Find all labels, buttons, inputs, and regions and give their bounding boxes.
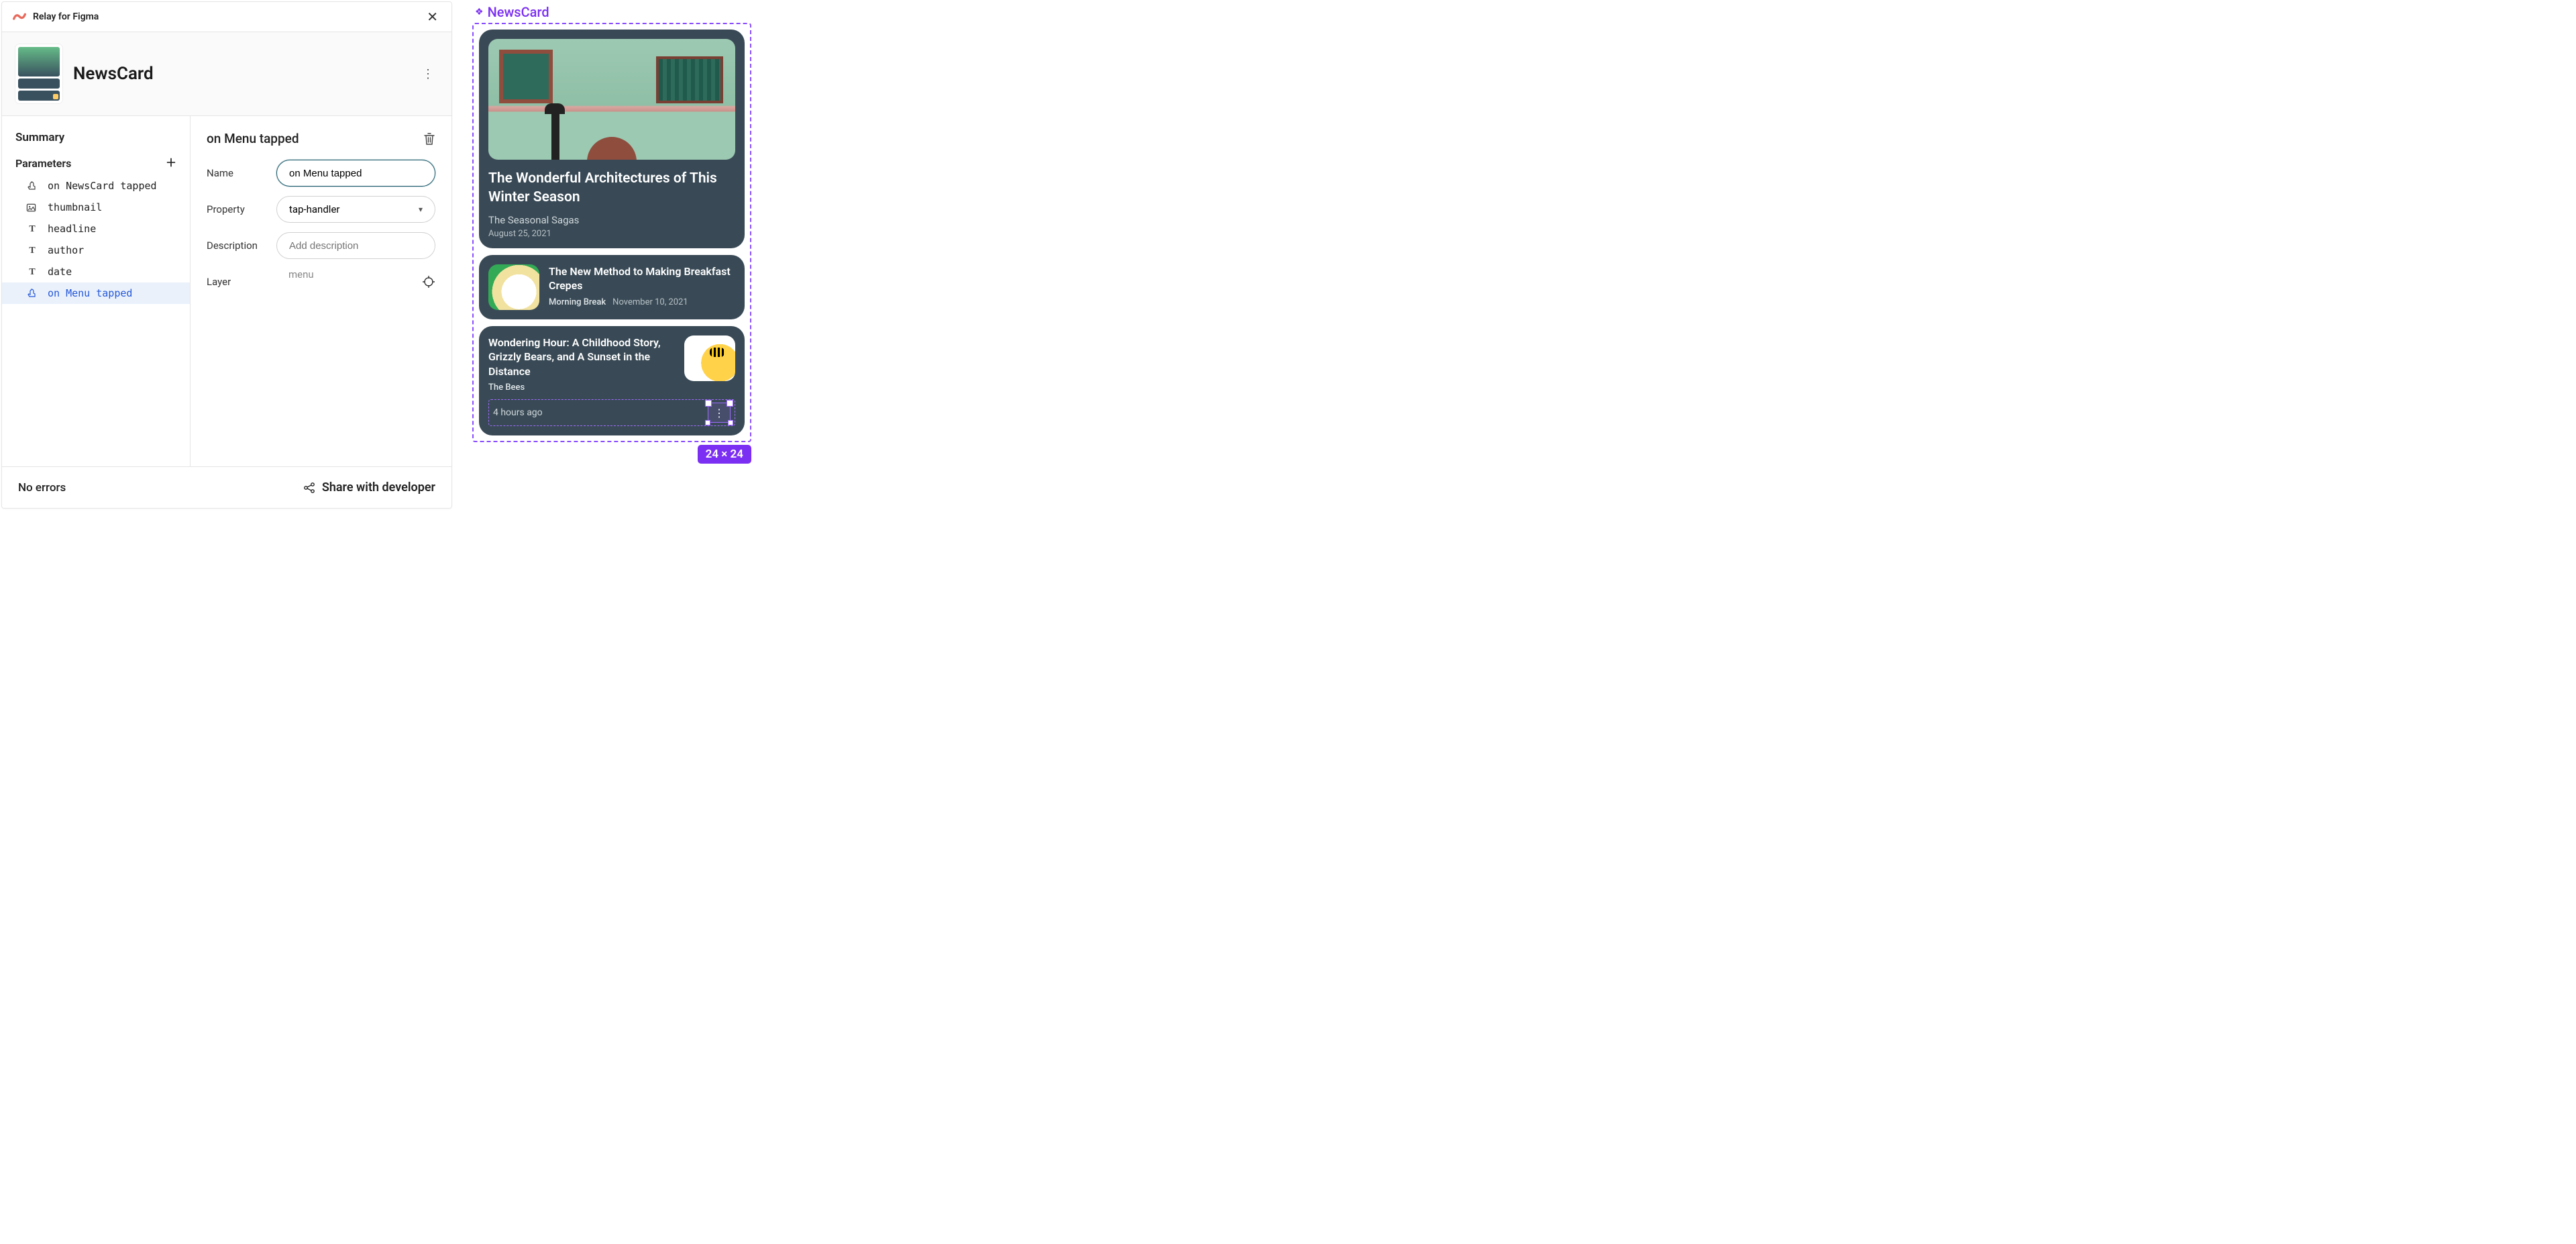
field-property: Property tap-handler ▾: [207, 196, 435, 223]
status-text: No errors: [18, 481, 66, 495]
plugin-title: Relay for Figma: [33, 11, 417, 22]
parameters-header: Parameters ＋: [2, 156, 190, 175]
newscard-frame[interactable]: The Wonderful Architectures of This Wint…: [472, 23, 751, 442]
param-label: author: [48, 244, 84, 256]
frame-label[interactable]: ❖ NewsCard: [475, 4, 751, 20]
property-label: Property: [207, 203, 264, 215]
more-menu-icon[interactable]: ⋮: [418, 63, 438, 85]
param-label: date: [48, 266, 72, 278]
row1-thumbnail: [488, 264, 539, 310]
summary-heading: Summary: [2, 131, 190, 156]
layer-value: menu: [276, 268, 410, 295]
layer-label: Layer: [207, 276, 264, 288]
row2-ago: 4 hours ago: [493, 407, 543, 418]
param-item-headline[interactable]: Theadline: [2, 218, 190, 240]
close-icon[interactable]: ✕: [424, 7, 441, 26]
component-set-icon: ❖: [475, 7, 484, 17]
parameter-detail: on Menu tapped Name Property tap-handler…: [191, 116, 451, 466]
frame-name: NewsCard: [488, 4, 549, 20]
text-icon: T: [26, 245, 38, 256]
share-icon: [303, 482, 315, 494]
summary-sidebar: Summary Parameters ＋ on NewsCard tapped t…: [2, 116, 191, 466]
name-label: Name: [207, 167, 264, 179]
plugin-titlebar: Relay for Figma ✕: [2, 2, 451, 32]
description-input[interactable]: [276, 232, 435, 259]
selection-size-badge: 24 × 24: [698, 445, 751, 464]
name-input[interactable]: [276, 160, 435, 187]
share-button[interactable]: Share with developer: [303, 480, 435, 495]
field-name: Name: [207, 160, 435, 187]
menu-icon-selected[interactable]: ⋮: [708, 403, 731, 423]
description-label: Description: [207, 240, 264, 252]
param-label: thumbnail: [48, 201, 102, 213]
tap-icon: [26, 180, 38, 191]
param-item-author[interactable]: Tauthor: [2, 240, 190, 261]
field-description: Description: [207, 232, 435, 259]
locate-layer-icon[interactable]: [422, 275, 435, 289]
component-header: NewsCard ⋮: [2, 32, 451, 116]
field-layer: Layer menu: [207, 268, 435, 295]
share-label: Share with developer: [322, 480, 435, 495]
detail-title: on Menu tapped: [207, 131, 299, 146]
selected-layer-outline[interactable]: 4 hours ago ⋮: [488, 399, 735, 426]
component-name: NewsCard: [73, 64, 407, 84]
param-label: on NewsCard tapped: [48, 180, 157, 192]
param-item-on-menu-tapped[interactable]: on Menu tapped: [2, 282, 190, 304]
property-value: tap-handler: [289, 203, 339, 215]
row2-thumbnail: [684, 335, 735, 381]
row2-author: The Bees: [488, 382, 525, 393]
relay-logo-icon: [13, 12, 26, 21]
row1-meta: Morning Break November 10, 2021: [549, 297, 735, 307]
relay-plugin-panel: Relay for Figma ✕ NewsCard ⋮ Summary Par…: [1, 1, 452, 509]
parameter-list: on NewsCard tappedthumbnailTheadlineTaut…: [2, 175, 190, 304]
hero-card[interactable]: The Wonderful Architectures of This Wint…: [479, 30, 745, 248]
image-icon: [26, 203, 38, 213]
param-label: headline: [48, 223, 96, 235]
hero-date: August 25, 2021: [488, 229, 735, 239]
param-item-thumbnail[interactable]: thumbnail: [2, 197, 190, 218]
plugin-footer: No errors Share with developer: [2, 466, 451, 508]
row1-headline: The New Method to Making Breakfast Crepe…: [549, 264, 735, 293]
figma-canvas: ❖ NewsCard The Wonderful Architectures o…: [472, 1, 751, 509]
row-card-1[interactable]: The New Method to Making Breakfast Crepe…: [479, 255, 745, 319]
component-thumbnail: [15, 44, 62, 103]
add-parameter-icon[interactable]: ＋: [162, 156, 180, 170]
hero-thumbnail: [488, 39, 735, 160]
property-select[interactable]: tap-handler ▾: [276, 196, 435, 223]
row1-author: Morning Break: [549, 297, 606, 307]
chevron-down-icon: ▾: [419, 205, 423, 214]
hero-author: The Seasonal Sagas: [488, 214, 735, 226]
parameters-label: Parameters: [15, 157, 71, 170]
plugin-body: Summary Parameters ＋ on NewsCard tapped t…: [2, 116, 451, 466]
hero-headline: The Wonderful Architectures of This Wint…: [488, 169, 735, 207]
row1-date: November 10, 2021: [612, 297, 688, 307]
row-card-2[interactable]: Wondering Hour: A Childhood Story, Grizz…: [479, 326, 745, 436]
param-label: on Menu tapped: [48, 287, 132, 299]
param-item-date[interactable]: Tdate: [2, 261, 190, 282]
text-icon: T: [26, 266, 38, 278]
delete-parameter-icon[interactable]: [423, 132, 435, 146]
tap-icon: [26, 288, 38, 299]
row2-headline: Wondering Hour: A Childhood Story, Grizz…: [488, 335, 675, 379]
text-icon: T: [26, 223, 38, 235]
param-item-on-newscard-tapped[interactable]: on NewsCard tapped: [2, 175, 190, 197]
